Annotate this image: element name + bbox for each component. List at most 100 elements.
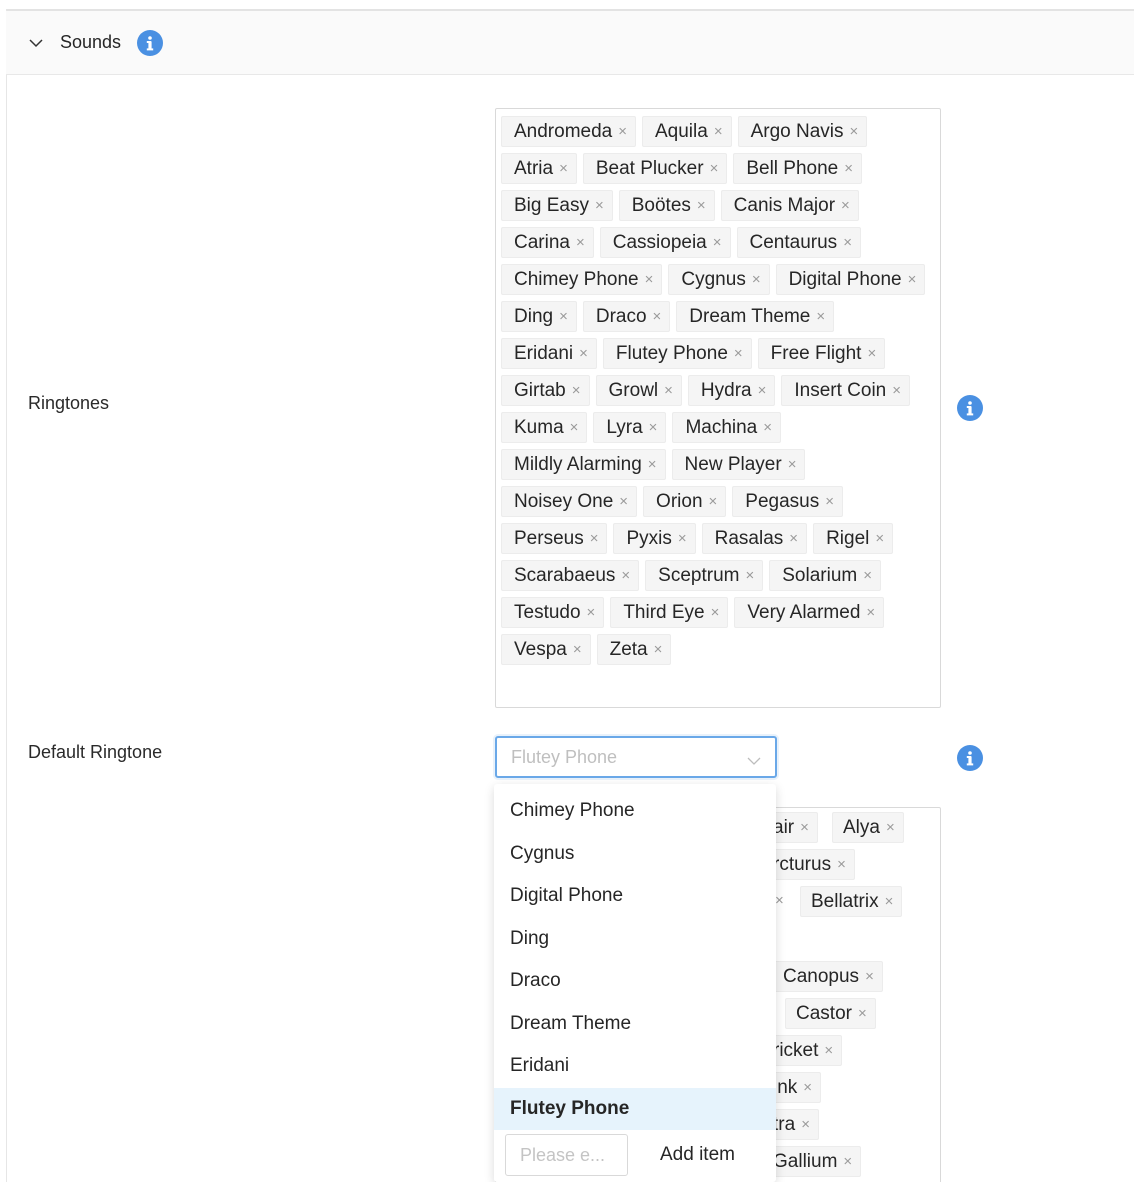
remove-tag-icon[interactable]: × [837, 856, 846, 873]
remove-tag-icon[interactable]: × [763, 419, 772, 436]
remove-tag-icon[interactable]: × [885, 893, 894, 910]
ringtones-multiselect[interactable]: Andromeda × Aquila × Argo Navis × Atria × Beat P… [495, 108, 941, 708]
dropdown-option[interactable]: Flutey Phone [494, 1087, 776, 1130]
remove-tag-icon[interactable]: × [559, 160, 568, 177]
ringtone-tag: Bell Phone × [733, 153, 863, 184]
tag-label: Atria [514, 157, 554, 179]
remove-tag-icon[interactable]: × [618, 123, 627, 140]
remove-tag-icon[interactable]: × [576, 234, 585, 251]
sounds-section-header[interactable]: Sounds [6, 11, 1134, 75]
add-item-input[interactable]: Please e... [505, 1134, 628, 1176]
remove-tag-icon[interactable]: × [752, 271, 761, 288]
tag-label: Argo Navis [750, 120, 844, 142]
remove-tag-icon[interactable]: × [734, 345, 743, 362]
remove-tag-icon[interactable]: × [621, 567, 630, 584]
add-item-button[interactable]: Add item [660, 1144, 735, 1166]
remove-tag-icon[interactable]: × [875, 530, 884, 547]
remove-tag-icon[interactable]: × [713, 234, 722, 251]
remove-tag-icon[interactable]: × [559, 308, 568, 325]
remove-tag-icon[interactable]: × [587, 604, 596, 621]
tag-label: Noisey One [514, 490, 614, 512]
remove-tag-icon[interactable]: × [886, 819, 895, 836]
dropdown-option[interactable]: Draco [494, 960, 776, 1003]
dropdown-option[interactable]: Chimey Phone [494, 790, 776, 833]
dropdown-option[interactable]: Dream Theme [494, 1003, 776, 1046]
remove-tag-icon[interactable]: × [858, 1005, 867, 1022]
remove-tag-icon[interactable]: × [788, 456, 797, 473]
remove-tag-icon[interactable]: × [850, 123, 859, 140]
ringtone-tag: Carina × [501, 227, 594, 258]
remove-tag-icon[interactable]: × [825, 493, 834, 510]
info-icon[interactable] [957, 745, 983, 771]
ringtone-tag: Atria × [501, 153, 577, 184]
info-icon[interactable] [957, 395, 983, 421]
remove-tag-icon[interactable]: × [649, 419, 658, 436]
remove-tag-icon[interactable]: × [711, 604, 720, 621]
remove-tag-icon[interactable]: × [789, 530, 798, 547]
remove-tag-icon[interactable]: × [714, 123, 723, 140]
remove-tag-icon[interactable]: × [892, 382, 901, 399]
tag-label: Sceptrum [658, 564, 740, 586]
remove-tag-icon[interactable]: × [664, 382, 673, 399]
tag-label: Big Easy [514, 194, 589, 216]
tag-label: Ding [514, 305, 554, 327]
remove-tag-icon[interactable]: × [619, 493, 628, 510]
remove-tag-icon[interactable]: × [709, 493, 718, 510]
remove-tag-icon[interactable]: × [803, 1079, 812, 1096]
remove-tag-icon[interactable]: × [745, 567, 754, 584]
tag-label: Rigel [826, 527, 870, 549]
remove-tag-icon[interactable]: × [800, 819, 809, 836]
remove-tag-icon[interactable]: × [573, 641, 582, 658]
remove-tag-icon[interactable]: × [843, 234, 852, 251]
remove-tag-icon[interactable]: × [863, 567, 872, 584]
remove-tag-icon[interactable]: × [843, 1153, 852, 1170]
remove-tag-icon[interactable]: × [867, 345, 876, 362]
ringtone-tag: Third Eye × [610, 597, 729, 628]
chevron-down-icon[interactable] [28, 35, 44, 51]
remove-tag-icon[interactable]: × [801, 1116, 810, 1133]
remove-tag-icon[interactable]: × [816, 308, 825, 325]
tag-label: Gallium [773, 1150, 838, 1172]
dropdown-option[interactable]: Ding [494, 918, 776, 961]
remove-tag-icon[interactable]: × [844, 160, 853, 177]
tag-label: Pyxis [626, 527, 672, 549]
info-icon[interactable] [137, 29, 164, 56]
ringtone-tag: Big Easy × [501, 190, 613, 221]
remove-tag-icon[interactable]: × [908, 271, 917, 288]
ringtone-dropdown: Chimey Phone Cygnus Digital Phone Ding Draco… [494, 784, 776, 1182]
dropdown-option[interactable]: Cygnus [494, 833, 776, 876]
remove-tag-icon[interactable]: × [653, 308, 662, 325]
tag-label: Machina [685, 416, 758, 438]
remove-tag-icon[interactable]: × [697, 197, 706, 214]
ringtone-tag: Centaurus × [736, 227, 861, 258]
remove-tag-icon[interactable]: × [579, 345, 588, 362]
remove-tag-icon[interactable]: × [595, 197, 604, 214]
remove-tag-icon[interactable]: × [866, 604, 875, 621]
ringtone-tag: Argo Navis × [737, 116, 868, 147]
ringtones-label: Ringtones [28, 393, 110, 413]
remove-tag-icon[interactable]: × [841, 197, 850, 214]
remove-tag-icon[interactable]: × [572, 382, 581, 399]
dropdown-option[interactable]: Digital Phone [494, 875, 776, 918]
tag-label: Eridani [514, 342, 574, 364]
ringtone-tag: Girtab × [501, 375, 590, 406]
remove-tag-icon[interactable]: × [648, 456, 657, 473]
remove-tag-icon[interactable]: × [758, 382, 767, 399]
tag-label: ricket [773, 1039, 819, 1061]
remove-tag-icon[interactable]: × [865, 968, 874, 985]
remove-tag-icon[interactable]: × [710, 160, 719, 177]
ringtone-tag: Chimey Phone × [501, 264, 663, 295]
remove-tag-icon[interactable]: × [654, 641, 663, 658]
remove-tag-icon[interactable]: × [824, 1042, 833, 1059]
remove-tag-icon[interactable]: × [678, 530, 687, 547]
ringtone-tag: Digital Phone × [775, 264, 926, 295]
dropdown-option[interactable]: Eridani [494, 1045, 776, 1088]
remove-tag-icon[interactable]: × [570, 419, 579, 436]
remove-tag-icon[interactable]: × [590, 530, 599, 547]
ringtone-tag: Growl × [595, 375, 682, 406]
remove-tag-icon[interactable]: × [775, 892, 784, 909]
default-ringtone-select[interactable]: Flutey Phone [495, 736, 777, 778]
tag-label: air [773, 816, 795, 838]
tag-label: Growl [608, 379, 659, 401]
remove-tag-icon[interactable]: × [645, 271, 654, 288]
